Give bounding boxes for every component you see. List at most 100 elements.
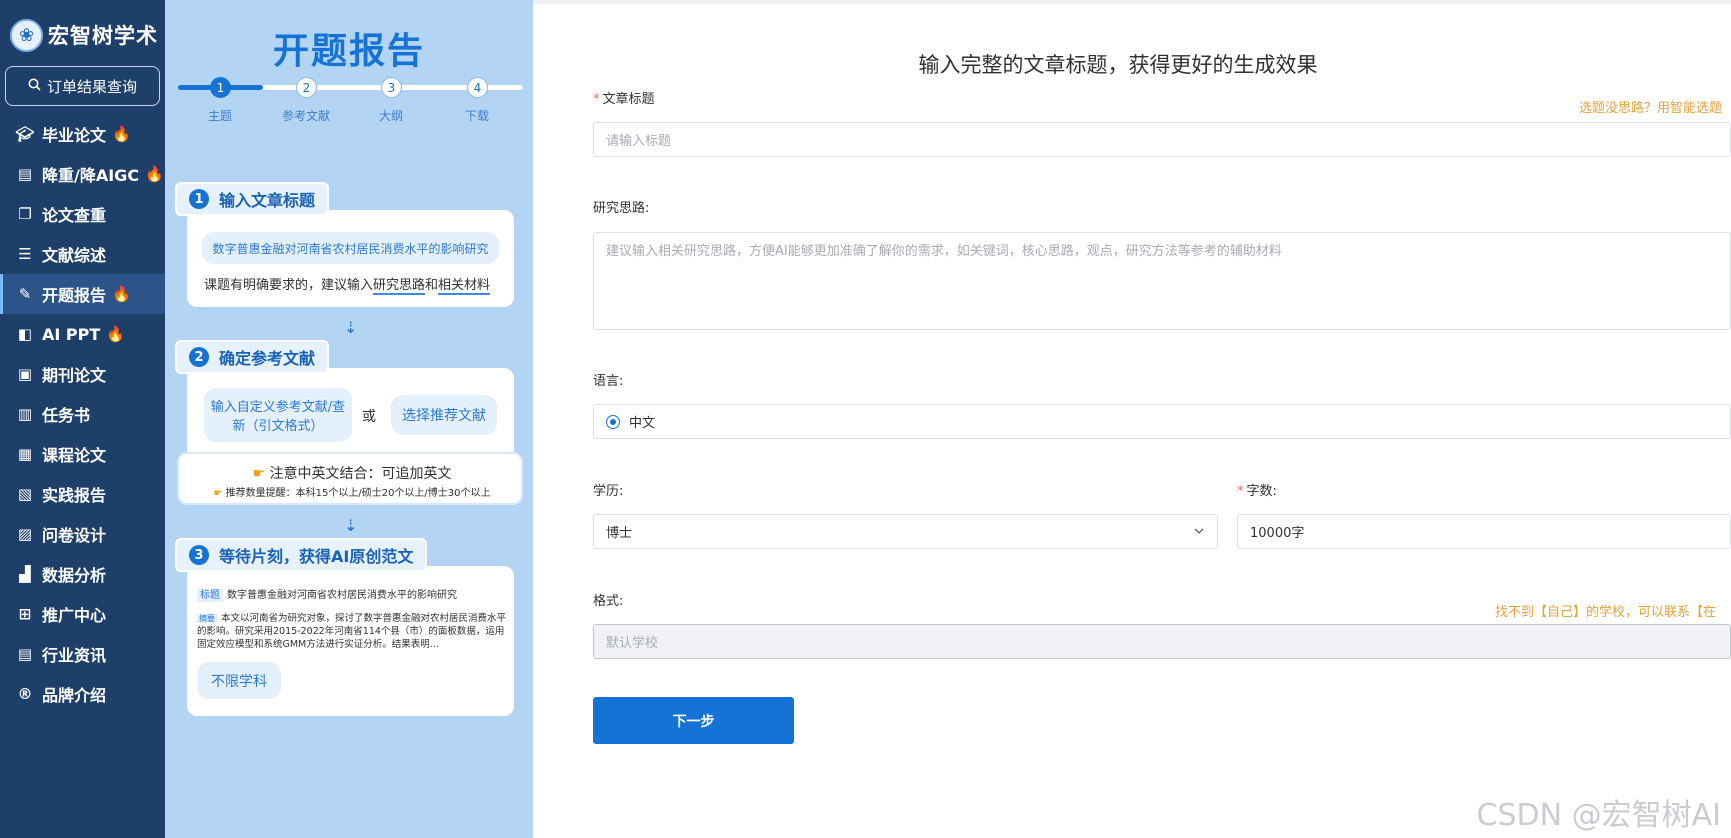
education-value: 博士: [606, 526, 633, 541]
guide-card-title: 数字普惠金融对河南省农村居民消费水平的影响研究 课题有明确要求的，建议输入研究思…: [187, 210, 514, 307]
subject-pill: 不限学科: [197, 662, 281, 699]
language-option-label[interactable]: 中文: [629, 412, 655, 431]
sidebar-item-news[interactable]: ▤ 行业资讯: [0, 634, 165, 674]
step-number-3: 3: [189, 545, 209, 565]
note-title-text: 注意中英文结合：可追加英文: [269, 466, 452, 482]
sidebar-item-brand[interactable]: ® 品牌介绍: [0, 674, 165, 714]
language-radio-group: 中文: [593, 404, 1731, 439]
words-label-text: 字数:: [1246, 484, 1277, 499]
sidebar-item-label: 推广中心: [42, 606, 107, 625]
pointing-hand-icon: ☛: [252, 466, 270, 482]
guide-step-2-head: 2 确定参考文献: [175, 340, 330, 374]
chart-icon: ▟: [19, 565, 31, 583]
language-radio-chinese[interactable]: [606, 414, 620, 429]
sidebar-item-label: 课程论文: [42, 446, 107, 465]
sidebar-item-proposal[interactable]: ✎ 开题报告 🔥: [0, 274, 165, 314]
note-sub-text: 推荐数量提醒：本科15个以上/硕士20个以上/博士30个以上: [225, 488, 491, 499]
guide-card-references: 输入自定义参考文献/查新（引文格式） 或 选择推荐文献: [187, 368, 514, 460]
sidebar-item-journal[interactable]: ▣ 期刊论文: [0, 354, 165, 394]
step-dot-1: 1: [210, 77, 231, 98]
language-label: 语言:: [593, 374, 624, 389]
news-icon: ▤: [17, 645, 33, 663]
sidebar: ❀ 宏智树学术 订单结果查询 🎓︎ 毕业论文 🔥 ▤ 降重/降AIGC 🔥 ❐ 论文查重 …: [0, 0, 165, 838]
sidebar-item-review[interactable]: ☰ 文献综述: [0, 234, 165, 274]
guide-step-3-head: 3 等待片刻，获得AI原创范文: [175, 538, 428, 572]
reference-note-box: ☛ 注意中英文结合：可追加英文 ☛ 推荐数量提醒：本科15个以上/硕士20个以上…: [177, 452, 523, 505]
step-1-title: 输入文章标题: [219, 191, 316, 210]
file-copy-icon: ❐: [18, 205, 32, 223]
reference-note-title: ☛ 注意中英文结合：可追加英文: [179, 463, 525, 483]
words-label: * 字数:: [1237, 480, 1277, 499]
form-heading: 输入完整的文章标题，获得更好的生成效果: [918, 53, 1318, 77]
required-mark: *: [593, 92, 600, 107]
brand-logo[interactable]: ❀ 宏智树学术: [0, 0, 165, 54]
recommended-reference-option: 选择推荐文献: [391, 395, 497, 435]
title-tag: 标题: [197, 589, 223, 602]
title-input[interactable]: 请输入标题: [593, 122, 1731, 157]
next-step-button[interactable]: 下一步: [593, 697, 794, 744]
sidebar-item-label: 数据分析: [42, 566, 107, 585]
step-label-4: 下载: [464, 109, 489, 123]
sidebar-item-label: 问卷设计: [42, 526, 107, 545]
word-count-select[interactable]: 10000字: [1237, 514, 1731, 549]
journal-icon: ▣: [17, 365, 33, 383]
guide-card-result: 标题 数字普惠金融对河南省农村居民消费水平的影响研究 摘要 本文以河南省为研究对象，…: [187, 566, 514, 716]
survey-icon: ▨: [17, 525, 33, 543]
sidebar-item-rewrite[interactable]: ▤ 降重/降AIGC 🔥: [0, 154, 165, 194]
fire-icon: 🔥: [145, 165, 164, 183]
result-title-text: 数字普惠金融对河南省农村居民消费水平的影响研究: [227, 590, 457, 601]
step-label-2: 参考文献: [281, 109, 330, 123]
tip-link-research: 研究思路: [373, 278, 426, 295]
format-label: 格式:: [593, 594, 624, 609]
proposal-form: 输入完整的文章标题，获得更好的生成效果 * 文章标题 选题没思路？用智能选题 请输…: [533, 0, 1731, 838]
step-label-1: 主题: [207, 109, 232, 123]
school-contact-hint[interactable]: 找不到【自己】的学校，可以联系【在: [1495, 601, 1716, 620]
order-query-label: 订单结果查询: [46, 77, 137, 96]
watermark: CSDN @宏智树AI: [1476, 798, 1721, 833]
sidebar-item-label: 文献综述: [42, 246, 107, 265]
step-dot-4: 4: [467, 77, 488, 98]
fire-icon: 🔥: [106, 325, 125, 343]
sidebar-item-label: 品牌介绍: [42, 686, 107, 705]
fire-icon: 🔥: [112, 285, 131, 303]
sidebar-item-label: 期刊论文: [42, 366, 107, 385]
step-2-title: 确定参考文献: [219, 349, 316, 368]
chevron-down-icon: [1193, 525, 1205, 541]
sidebar-item-survey[interactable]: ▨ 问卷设计: [0, 514, 165, 554]
smart-topic-link[interactable]: 选题没思路？用智能选题: [1579, 97, 1722, 116]
sidebar-item-label: 行业资讯: [42, 646, 107, 665]
step-dot-2: 2: [296, 77, 317, 98]
sidebar-item-practice[interactable]: ▧ 实践报告: [0, 474, 165, 514]
sidebar-item-promotion[interactable]: ⊞ 推广中心: [0, 594, 165, 634]
result-abstract: 摘要 本文以河南省为研究对象，探讨了数字普惠金融对农村居民消费水平的影响。研究采用…: [197, 612, 507, 652]
arrow-down-icon: ⇣: [344, 318, 358, 337]
school-format-input[interactable]: 默认学校: [593, 624, 1731, 659]
order-query-button[interactable]: 订单结果查询: [5, 66, 160, 106]
step-3-title: 等待片刻，获得AI原创范文: [219, 547, 414, 566]
sidebar-item-analysis[interactable]: ▟ 数据分析: [0, 554, 165, 594]
sidebar-item-label: 开题报告: [42, 286, 107, 305]
sidebar-item-label: 降重/降AIGC: [42, 166, 140, 185]
slides-icon: ◧: [17, 325, 33, 343]
research-textarea[interactable]: 建议输入相关研究思路，方便AI能够更加准确了解你的需求，如关键词，核心思路，观点…: [593, 232, 1731, 330]
guide-panel: 开题报告 1 2 3 4 主题 参考文献 大纲 下载 数字普惠金融对河南省农村居…: [165, 0, 533, 838]
title-tip: 课题有明确要求的，建议输入研究思路和相关材料: [204, 274, 491, 295]
document-check-icon: ▤: [17, 165, 33, 183]
brand-name: 宏智树学术: [48, 24, 158, 48]
sidebar-nav: 🎓︎ 毕业论文 🔥 ▤ 降重/降AIGC 🔥 ❐ 论文查重 ☰ 文献综述 ✎ 开题报告 🔥 ◧ A…: [0, 114, 165, 714]
guide-title: 开题报告: [272, 31, 425, 72]
document-edit-icon: ✎: [18, 285, 32, 303]
guide-step-1-head: 1 输入文章标题: [175, 182, 330, 216]
required-mark: *: [1237, 484, 1244, 499]
sidebar-item-label: 任务书: [42, 406, 91, 425]
sidebar-item-thesis[interactable]: 🎓︎ 毕业论文 🔥: [0, 114, 165, 154]
sidebar-item-course[interactable]: ▦ 课程论文: [0, 434, 165, 474]
sidebar-item-ai-ppt[interactable]: ◧ AI PPT 🔥: [0, 314, 165, 354]
sidebar-item-plagiarism[interactable]: ❐ 论文查重: [0, 194, 165, 234]
example-title-pill: 数字普惠金融对河南省农村居民消费水平的影响研究: [202, 232, 499, 264]
step-number-2: 2: [189, 347, 209, 367]
tip-link-materials: 相关材料: [438, 278, 491, 295]
education-select[interactable]: 博士: [593, 514, 1218, 549]
sidebar-item-task[interactable]: ▥ 任务书: [0, 394, 165, 434]
title-label-text: 文章标题: [602, 92, 655, 107]
